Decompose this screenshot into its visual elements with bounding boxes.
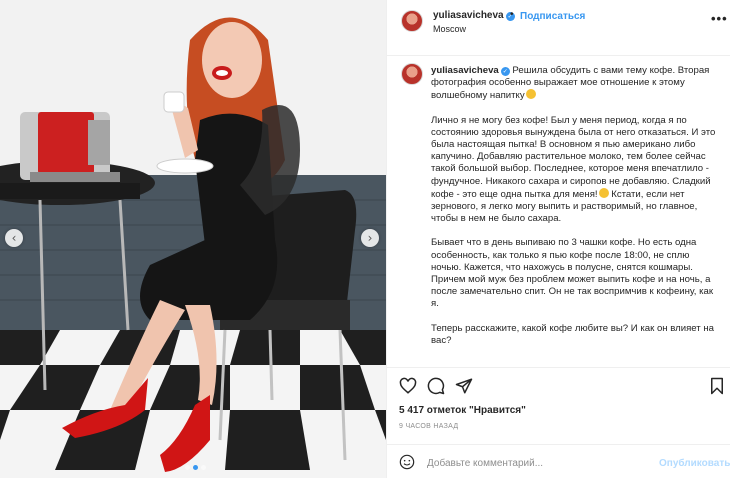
- post-header: yuliasavicheva ✓ • Подписаться Moscow •••: [387, 0, 730, 56]
- carousel-next-button[interactable]: ›: [361, 229, 379, 247]
- avatar[interactable]: [401, 10, 423, 32]
- caption-paragraph: Теперь расскажите, какой кофе любите вы?…: [431, 323, 721, 347]
- caption-text: yuliasavicheva ✓ Решила обсудить с вами т…: [431, 65, 721, 359]
- caption-paragraph: Лично я не могу без кофе! Был у меня пер…: [431, 115, 721, 226]
- caption-paragraph: yuliasavicheva ✓ Решила обсудить с вами т…: [431, 65, 721, 103]
- caption-avatar[interactable]: [401, 63, 423, 85]
- likes-count[interactable]: 5 417 отметок "Нравится": [399, 405, 526, 416]
- post-timestamp[interactable]: 9 ЧАСОВ НАЗАД: [399, 423, 458, 430]
- bookmark-icon[interactable]: [709, 377, 725, 395]
- emoji-icon: [598, 187, 609, 198]
- header-username[interactable]: yuliasavicheva ✓: [433, 10, 515, 21]
- emoji-icon: [525, 89, 536, 100]
- location-link[interactable]: Moscow: [433, 24, 466, 34]
- username-text[interactable]: yuliasavicheva: [433, 10, 504, 21]
- caption-area: yuliasavicheva ✓ Решила обсудить с вами т…: [387, 57, 730, 367]
- caption-username[interactable]: yuliasavicheva: [431, 65, 499, 76]
- post-photo[interactable]: ‹ ›: [0, 0, 386, 478]
- comment-icon[interactable]: [427, 377, 445, 395]
- action-bar: [387, 367, 730, 403]
- separator-dot: •: [510, 9, 514, 20]
- verified-badge-icon: ✓: [500, 67, 510, 76]
- carousel-dot: [201, 465, 206, 470]
- carousel-indicator: [185, 465, 206, 470]
- chevron-right-icon: ›: [367, 231, 373, 245]
- caption-text-4: Бывает что в день выпиваю по 3 чашки коф…: [431, 237, 714, 310]
- share-icon[interactable]: [455, 377, 473, 395]
- more-options-icon[interactable]: •••: [711, 11, 728, 26]
- caption-paragraph: Бывает что в день выпиваю по 3 чашки коф…: [431, 237, 721, 310]
- photo-illustration: [0, 0, 386, 478]
- carousel-prev-button[interactable]: ‹: [5, 229, 23, 247]
- chevron-left-icon: ‹: [11, 231, 17, 245]
- caption-text-5: Теперь расскажите, какой кофе любите вы?…: [431, 322, 715, 346]
- publish-button[interactable]: Опубликовать: [659, 458, 730, 469]
- post-side-panel: yuliasavicheva ✓ • Подписаться Moscow •••…: [386, 0, 730, 478]
- carousel-dot: [185, 465, 190, 470]
- carousel-dot-active: [193, 465, 198, 470]
- heart-icon[interactable]: [399, 377, 417, 395]
- comment-form: Добавьте комментарий... Опубликовать: [387, 444, 730, 478]
- comment-input[interactable]: Добавьте комментарий...: [427, 458, 543, 469]
- caption-text-2: Лично я не могу без кофе! Был у меня пер…: [431, 114, 716, 200]
- smiley-icon[interactable]: [399, 454, 415, 470]
- follow-button[interactable]: Подписаться: [520, 11, 585, 22]
